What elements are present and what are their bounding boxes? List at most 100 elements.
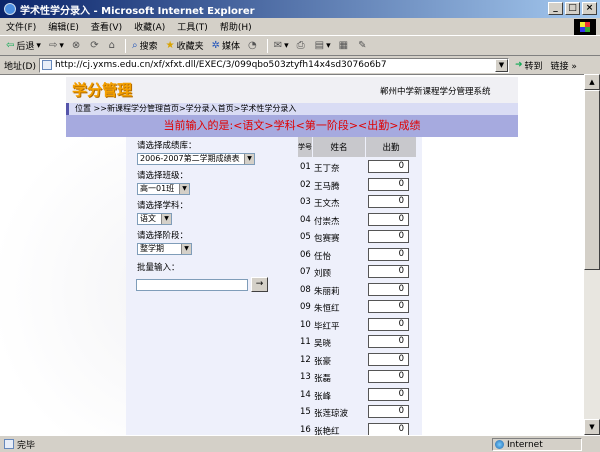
- attendance-score-input[interactable]: 0: [368, 195, 409, 208]
- student-number: 05: [300, 232, 311, 242]
- maximize-button[interactable]: □: [565, 2, 580, 15]
- address-dropdown[interactable]: ▼: [494, 58, 508, 72]
- student-name: 朱丽莉: [314, 286, 340, 297]
- attendance-score-input[interactable]: 0: [368, 230, 409, 243]
- student-name: 任怡: [314, 251, 332, 262]
- input-banner: 当前输入的是:<语文>学科<第一阶段><出勤>成绩: [66, 115, 518, 137]
- address-input[interactable]: http://cj.yxms.edu.cn/xf/xfxt.dll/EXEC/3…: [38, 57, 509, 73]
- table-row: 07 刘顾 0: [298, 264, 416, 281]
- stop-button[interactable]: ⊗: [72, 40, 82, 51]
- student-name: 张峰: [314, 391, 332, 402]
- menu-tools[interactable]: 工具(T): [177, 20, 208, 33]
- attendance-score-input[interactable]: 0: [368, 317, 409, 331]
- back-button[interactable]: ⇦ 后退 ▾: [6, 39, 41, 52]
- discuss-button[interactable]: ▦: [339, 40, 350, 51]
- student-name: 张磊: [314, 374, 332, 384]
- menu-bar: 文件(F) 编辑(E) 查看(V) 收藏(A) 工具(T) 帮助(H): [0, 18, 600, 36]
- toolbar-divider: [125, 38, 126, 53]
- stage-select[interactable]: 整学期 ▼: [137, 243, 192, 255]
- edit-button[interactable]: ▤ ▾: [315, 40, 331, 51]
- grade-select[interactable]: 2006-2007第二学期成绩表 ▼: [137, 153, 255, 165]
- menu-file[interactable]: 文件(F): [6, 20, 36, 33]
- messenger-icon: ✎: [358, 40, 367, 51]
- scroll-up-button[interactable]: ▲: [584, 74, 600, 90]
- attendance-score-input[interactable]: 0: [368, 282, 409, 296]
- search-button[interactable]: ⌕ 搜索: [132, 39, 158, 52]
- subject-select[interactable]: 语文 ▼: [137, 213, 172, 225]
- student-name: 吴晓: [314, 339, 332, 349]
- title-bar: 学术性学分录入 - Microsoft Internet Explorer _ …: [0, 0, 600, 18]
- minimize-button[interactable]: _: [548, 2, 563, 15]
- favorites-button[interactable]: ★ 收藏夹: [166, 39, 204, 52]
- table-row: 08 朱丽莉 0: [298, 282, 416, 299]
- scroll-down-button[interactable]: ▼: [584, 419, 600, 435]
- stage-label: 请选择阶段：: [137, 231, 189, 241]
- back-arrow-icon: ⇦: [6, 40, 15, 51]
- attendance-score-input[interactable]: 0: [368, 247, 409, 261]
- student-number: 14: [300, 389, 311, 400]
- media-button[interactable]: ✲ 媒体: [212, 39, 240, 52]
- school-name: 郸州中学新课程学分管理系统: [380, 87, 491, 97]
- table-row: 09 朱恒红 0: [298, 299, 416, 316]
- table-row: 13 张磊 0: [298, 369, 416, 386]
- attendance-score-input[interactable]: 0: [368, 177, 409, 191]
- chevron-down-icon: ▼: [244, 154, 254, 164]
- menu-favorites[interactable]: 收藏(A): [134, 20, 165, 33]
- student-name: 朱恒红: [314, 304, 340, 314]
- class-select[interactable]: 高一01班 ▼: [137, 183, 190, 195]
- attendance-score-input[interactable]: 0: [368, 265, 409, 278]
- subject-label: 请选择学科：: [137, 201, 189, 211]
- student-name: 张艳红: [314, 426, 340, 436]
- attendance-score-input[interactable]: 0: [368, 387, 409, 401]
- windows-logo-icon: [574, 19, 596, 35]
- page-icon: [41, 60, 52, 70]
- history-button[interactable]: ◔: [248, 40, 259, 51]
- attendance-score-input[interactable]: 0: [368, 370, 409, 383]
- window-controls: _ □ ×: [548, 2, 597, 15]
- attendance-score-input[interactable]: 0: [368, 300, 409, 313]
- chevron-down-icon: ▼: [161, 214, 171, 224]
- student-number: 10: [300, 319, 311, 330]
- home-icon: ⌂: [108, 40, 115, 51]
- mail-icon: ✉: [273, 40, 283, 51]
- attendance-score-input[interactable]: 0: [368, 352, 409, 366]
- attendance-score-input[interactable]: 0: [368, 160, 409, 173]
- vertical-scrollbar[interactable]: ▲ ▼: [584, 74, 600, 435]
- table-row: 03 王文杰 0: [298, 194, 416, 211]
- student-name: 王文杰: [314, 199, 340, 209]
- attendance-score-input[interactable]: 0: [368, 405, 409, 418]
- edit-icon: ▤: [314, 40, 325, 51]
- student-name: 包赛赛: [314, 234, 340, 244]
- menu-view[interactable]: 查看(V): [91, 20, 122, 33]
- student-number: 12: [300, 354, 311, 365]
- close-button[interactable]: ×: [582, 2, 597, 15]
- chevron-down-icon: ▼: [179, 184, 189, 194]
- go-button[interactable]: ➜ 转到: [515, 59, 543, 72]
- table-row: 01 王丁奈 0: [298, 159, 416, 176]
- links-button[interactable]: 链接 »: [551, 59, 577, 72]
- batch-input[interactable]: [136, 279, 248, 291]
- mail-button[interactable]: ✉ ▾: [274, 40, 289, 51]
- student-number: 11: [300, 337, 311, 347]
- student-number: 16: [300, 424, 311, 435]
- attendance-score-input[interactable]: 0: [368, 212, 409, 226]
- stop-icon: ⊗: [71, 40, 81, 51]
- globe-icon: [495, 440, 504, 449]
- table-row: 05 包赛赛 0: [298, 229, 416, 246]
- menu-help[interactable]: 帮助(H): [220, 20, 252, 33]
- grade-label: 请选择成绩库：: [137, 141, 197, 151]
- scroll-thumb[interactable]: [584, 90, 600, 270]
- attendance-score-input[interactable]: 0: [368, 422, 409, 435]
- attendance-score-input[interactable]: 0: [368, 335, 409, 348]
- forward-button[interactable]: ⇨ ▾: [49, 40, 64, 51]
- student-number: 02: [300, 179, 311, 190]
- menu-edit[interactable]: 编辑(E): [48, 20, 79, 33]
- address-bar: 地址(D) http://cj.yxms.edu.cn/xf/xfxt.dll/…: [0, 56, 600, 74]
- batch-apply-button[interactable]: →: [251, 277, 268, 292]
- student-name: 付崇杰: [314, 216, 340, 227]
- print-button[interactable]: ⎙: [297, 40, 307, 51]
- home-button[interactable]: ⌂: [109, 40, 117, 51]
- table-row: 16 张艳红 0: [298, 422, 416, 436]
- refresh-button[interactable]: ⟳: [90, 40, 100, 51]
- messenger-button[interactable]: ✎: [358, 40, 368, 51]
